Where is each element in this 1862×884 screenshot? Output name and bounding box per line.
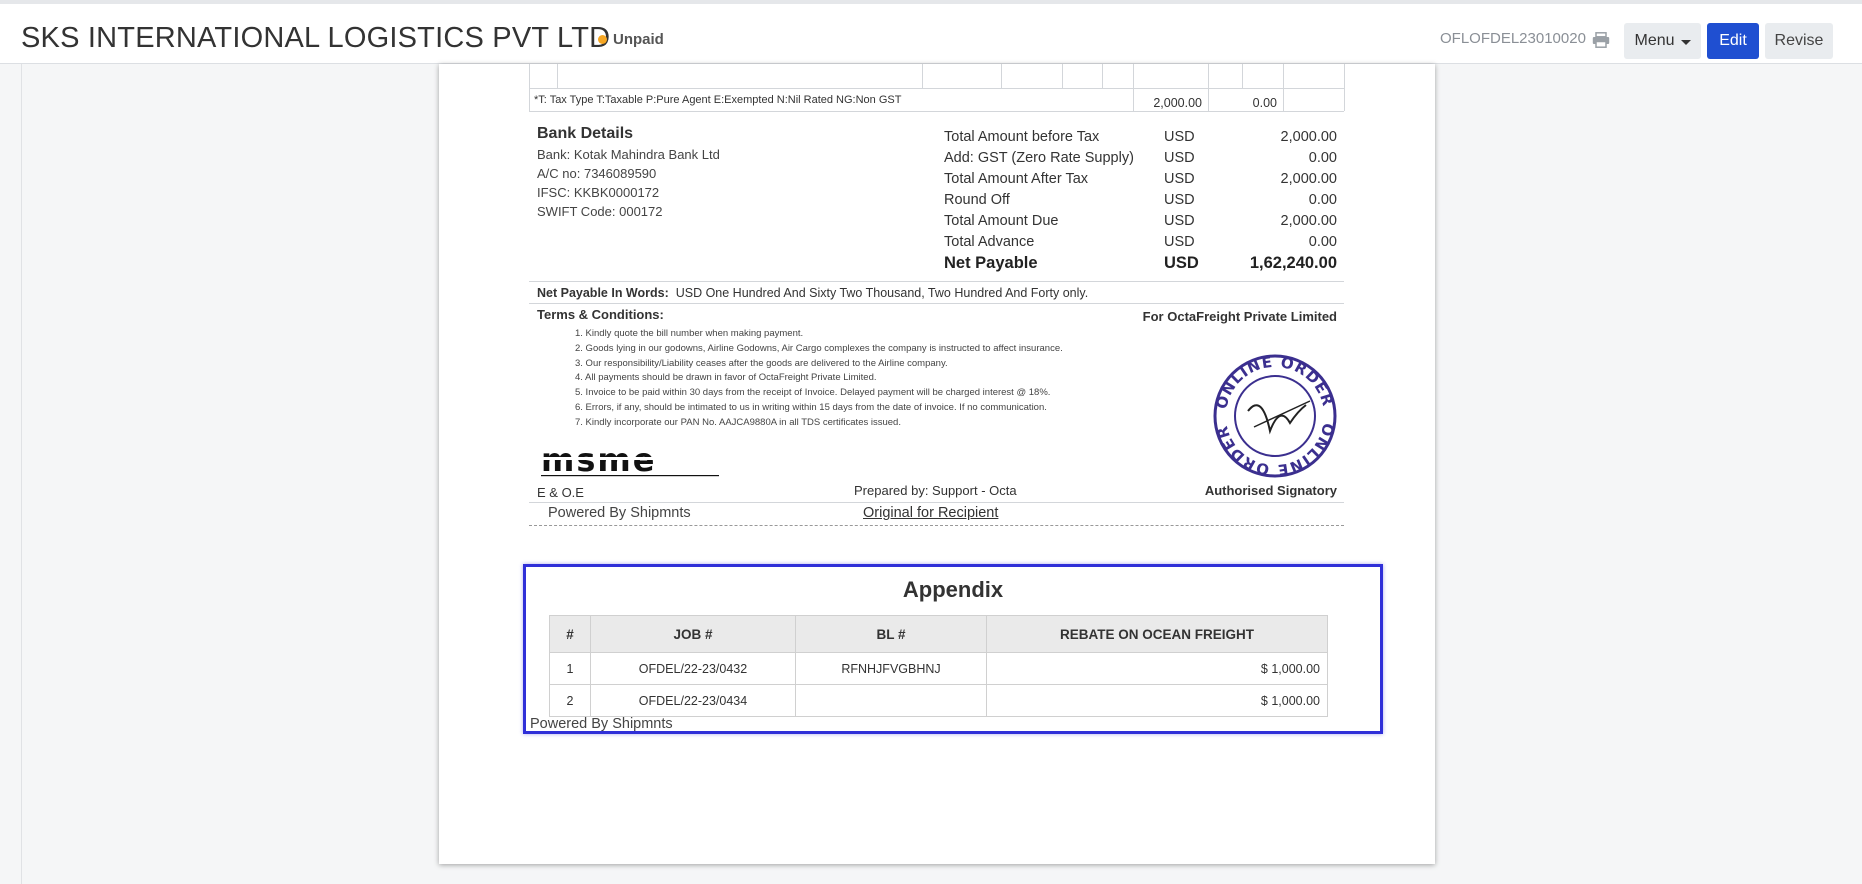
col-header: REBATE ON OCEAN FREIGHT <box>986 615 1328 653</box>
online-order-stamp: ONLINE ORDER ONLINE ORDER <box>1212 353 1338 479</box>
total-amount: 2,000.00 <box>1280 129 1337 145</box>
term-item: 7. Kindly incorporate our PAN No. AAJCA9… <box>575 416 901 428</box>
prepared-by: Prepared by: Support - Octa <box>854 483 1017 498</box>
page-divider <box>529 525 1344 526</box>
net-payable-currency: USD <box>1164 254 1199 272</box>
terms-list: 1. Kindly quote the bill number when mak… <box>575 327 1063 431</box>
terms-title: Terms & Conditions: <box>537 307 664 322</box>
caret-down-icon <box>1680 39 1691 45</box>
appendix-title: Appendix <box>902 577 1004 602</box>
edit-button[interactable]: Edit <box>1707 23 1759 59</box>
cell-job: OFDEL/22-23/0434 <box>590 684 796 717</box>
status-dot-icon <box>598 35 607 44</box>
cell-bl: RFNHJFVGBHNJ <box>795 652 987 685</box>
col-header: JOB # <box>590 615 796 653</box>
total-amount: 0.00 <box>1308 234 1337 250</box>
words-value: USD One Hundred And Sixty Two Thousand, … <box>675 286 1089 300</box>
status-label: Unpaid <box>613 31 664 48</box>
bank-details-title: Bank Details <box>537 125 634 142</box>
menu-label: Menu <box>1634 32 1675 49</box>
tax-total: 0.00 <box>1252 96 1277 110</box>
svg-text:ONLINE ORDER: ONLINE ORDER <box>1213 421 1338 479</box>
term-item: 3. Our responsibility/Liability ceases a… <box>575 357 948 369</box>
tax-type-legend: *T: Tax Type T:Taxable P:Pure Agent E:Ex… <box>534 94 902 106</box>
total-label: Add: GST (Zero Rate Supply) <box>944 150 1134 166</box>
invoice-number: OFLOFDEL23010020 <box>1440 30 1586 47</box>
msme-logo-text: msme <box>541 444 656 478</box>
term-item: 2. Goods lying in our godowns, Airline G… <box>575 342 1063 354</box>
total-label: Total Advance <box>944 234 1035 250</box>
total-amount: 2,000.00 <box>1280 213 1337 229</box>
stamp-text: ONLINE ORDER <box>1213 421 1337 479</box>
term-item: 5. Invoice to be paid within 30 days fro… <box>575 387 1051 399</box>
for-company: For OctaFreight Private Limited <box>1142 309 1337 324</box>
msme-logo: msme <box>541 444 721 478</box>
col-header: BL # <box>795 615 987 653</box>
cell-rebate: $ 1,000.00 <box>986 684 1328 717</box>
total-currency: USD <box>1164 171 1195 187</box>
term-item: 1. Kindly quote the bill number when mak… <box>575 328 804 339</box>
total-label: Total Amount before Tax <box>944 129 1100 145</box>
eoe-label: E & O.E <box>537 485 584 500</box>
total-label: Total Amount Due <box>944 213 1059 229</box>
bank-ifsc: IFSC: KKBK0000172 <box>537 185 660 200</box>
status-badge: Unpaid <box>598 31 664 48</box>
total-label: Round Off <box>944 192 1010 208</box>
total-currency: USD <box>1164 150 1195 166</box>
term-item: 6. Errors, if any, should be intimated t… <box>575 401 1047 413</box>
net-payable-label: Net Payable <box>944 254 1038 272</box>
total-amount: 0.00 <box>1308 150 1337 166</box>
bank-account: A/C no: 7346089590 <box>537 166 657 181</box>
cell-bl <box>795 684 987 717</box>
bank-swift: SWIFT Code: 000172 <box>537 204 663 219</box>
col-header: # <box>549 615 591 653</box>
appendix-section: Appendix # JOB # BL # REBATE ON OCEAN FR… <box>523 564 1383 734</box>
term-item: 4. All payments should be drawn in favor… <box>575 372 877 384</box>
total-currency: USD <box>1164 213 1195 229</box>
top-bar: SKS INTERNATIONAL LOGISTICS PVT LTD Unpa… <box>0 0 1862 64</box>
cell-index: 2 <box>549 684 591 717</box>
table-row: 1 OFDEL/22-23/0432 RFNHJFVGBHNJ $ 1,000.… <box>549 652 1328 685</box>
total-currency: USD <box>1164 129 1195 145</box>
stamp-text: ONLINE ORDER <box>1212 353 1336 411</box>
appendix-table: # JOB # BL # REBATE ON OCEAN FREIGHT 1 O… <box>549 615 1328 717</box>
net-payable-words: Net Payable In Words: USD One Hundred An… <box>537 286 1088 300</box>
cell-job: OFDEL/22-23/0432 <box>590 652 796 685</box>
menu-button[interactable]: Menu <box>1624 23 1701 59</box>
print-icon[interactable] <box>1592 32 1610 48</box>
total-label: Total Amount After Tax <box>944 171 1089 187</box>
total-amount: 0.00 <box>1308 192 1337 208</box>
original-for-recipient: Original for Recipient <box>863 505 999 521</box>
total-amount: 2,000.00 <box>1280 171 1337 187</box>
revise-button[interactable]: Revise <box>1765 23 1833 59</box>
powered-by: Powered By Shipmnts <box>548 505 691 521</box>
net-payable-amount: 1,62,240.00 <box>1249 254 1337 272</box>
taxable-total: 2,000.00 <box>1153 96 1202 110</box>
authorised-signatory: Authorised Signatory <box>1204 483 1337 498</box>
company-name: SKS INTERNATIONAL LOGISTICS PVT LTD <box>21 22 611 54</box>
table-row: 2 OFDEL/22-23/0434 $ 1,000.00 <box>549 684 1328 717</box>
bank-name: Bank: Kotak Mahindra Bank Ltd <box>537 147 720 162</box>
invoice-page: *T: Tax Type T:Taxable P:Pure Agent E:Ex… <box>439 64 1435 864</box>
appendix-powered-by: Powered By Shipmnts <box>530 716 673 732</box>
cell-index: 1 <box>549 652 591 685</box>
total-currency: USD <box>1164 192 1195 208</box>
cell-rebate: $ 1,000.00 <box>986 652 1328 685</box>
table-header-row: # JOB # BL # REBATE ON OCEAN FREIGHT <box>549 615 1328 653</box>
words-label: Net Payable In Words: <box>537 286 669 300</box>
total-currency: USD <box>1164 234 1195 250</box>
svg-text:ONLINE ORDER: ONLINE ORDER <box>1212 353 1337 411</box>
